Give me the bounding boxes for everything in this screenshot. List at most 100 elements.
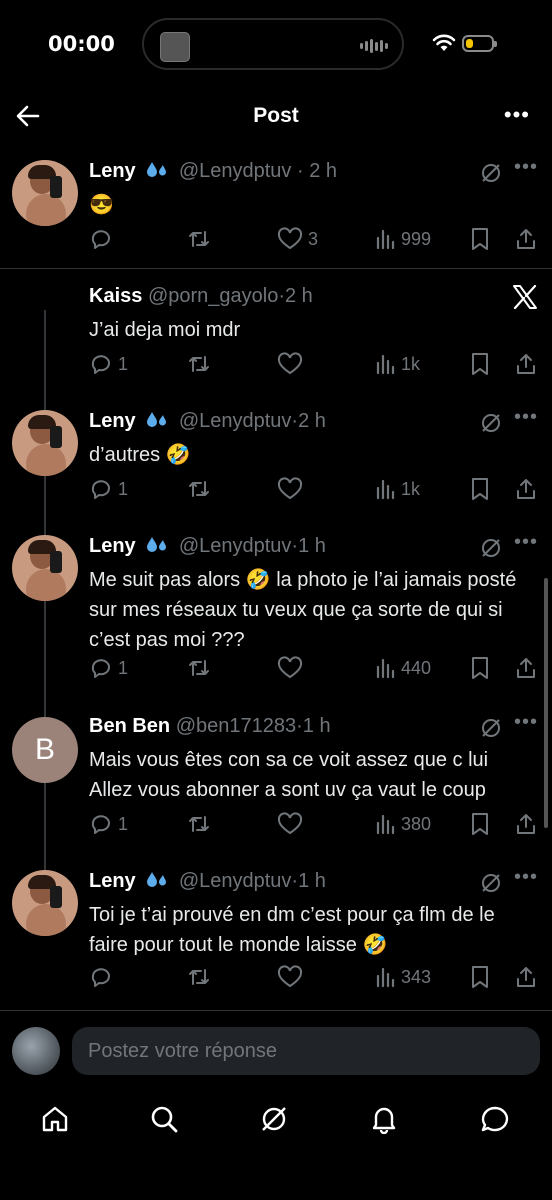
bookmark-icon — [472, 657, 488, 679]
grok-icon[interactable] — [480, 872, 502, 894]
reply-button[interactable]: 1 — [89, 809, 128, 839]
sweat-droplets-icon — [147, 872, 167, 887]
scrollbar[interactable] — [544, 578, 548, 828]
bookmark-button[interactable] — [469, 224, 491, 254]
more-icon[interactable]: ••• — [514, 531, 538, 554]
bookmark-button[interactable] — [469, 474, 491, 504]
grok-icon[interactable] — [480, 537, 502, 559]
status-bar: 00:00 — [0, 0, 552, 90]
bookmark-button[interactable] — [469, 653, 491, 683]
like-button[interactable] — [277, 349, 308, 379]
author-handle[interactable]: @Lenydptuv — [179, 160, 292, 182]
more-icon[interactable]: ••• — [514, 156, 538, 179]
like-button[interactable] — [277, 809, 308, 839]
reply-button[interactable]: 1 — [89, 474, 128, 504]
grok-icon[interactable] — [259, 1104, 289, 1134]
search-icon[interactable] — [149, 1104, 179, 1134]
repost-button[interactable] — [187, 653, 216, 683]
views-button[interactable]: 1k — [374, 474, 420, 504]
like-button[interactable] — [277, 474, 308, 504]
view-count: 380 — [401, 813, 432, 834]
grok-icon[interactable] — [480, 717, 502, 739]
views-button[interactable]: 343 — [374, 962, 431, 992]
avatar[interactable] — [12, 410, 78, 476]
repost-button[interactable] — [187, 224, 216, 254]
reply-button[interactable]: 1 — [89, 349, 128, 379]
tweet-meta: Leny @Lenydptuv · 2 h — [89, 160, 337, 183]
messages-icon[interactable] — [479, 1104, 511, 1134]
my-avatar[interactable] — [12, 1027, 60, 1075]
bookmark-button[interactable] — [469, 962, 491, 992]
more-horizontal-icon[interactable]: ••• — [504, 102, 530, 128]
reply-input[interactable]: Postez votre réponse — [72, 1027, 540, 1075]
sweat-droplets-icon — [147, 412, 167, 427]
like-button[interactable] — [277, 962, 308, 992]
reply-button[interactable]: 1 — [89, 653, 128, 683]
page-title: Post — [253, 104, 299, 127]
like-button[interactable]: 3 — [277, 224, 318, 254]
author-name[interactable]: Ben Ben — [89, 715, 170, 737]
author-name[interactable]: Leny — [89, 410, 136, 432]
avatar[interactable]: B — [12, 717, 78, 783]
author-handle[interactable]: @Lenydptuv — [179, 870, 292, 892]
grok-icon[interactable] — [480, 162, 502, 184]
author-handle[interactable]: @Lenydptuv — [179, 535, 292, 557]
repost-button[interactable] — [187, 962, 216, 992]
share-icon — [517, 479, 535, 499]
bookmark-button[interactable] — [469, 349, 491, 379]
repost-icon — [189, 356, 209, 372]
sweat-droplets-icon — [147, 537, 167, 552]
heart-icon — [277, 656, 303, 679]
more-icon[interactable]: ••• — [514, 711, 538, 734]
notifications-icon[interactable] — [369, 1104, 399, 1134]
divider — [0, 268, 552, 269]
views-button[interactable]: 380 — [374, 809, 431, 839]
tweet-actions: 1 440 — [89, 653, 539, 683]
tweet-meta: Kaiss @porn_gayolo·2 h — [89, 285, 313, 308]
author-name[interactable]: Leny — [89, 160, 136, 182]
reply-icon — [91, 230, 110, 249]
repost-button[interactable] — [187, 809, 216, 839]
share-button[interactable] — [514, 349, 538, 379]
x-logo-icon[interactable] — [512, 285, 538, 309]
views-button[interactable]: 440 — [374, 653, 431, 683]
dynamic-island[interactable] — [142, 18, 404, 70]
tweet-actions: 1 380 — [89, 809, 539, 839]
views-button[interactable]: 999 — [374, 224, 431, 254]
share-button[interactable] — [514, 809, 538, 839]
avatar[interactable] — [12, 535, 78, 601]
repost-button[interactable] — [187, 349, 216, 379]
more-icon[interactable]: ••• — [514, 866, 538, 889]
share-button[interactable] — [514, 962, 538, 992]
views-button[interactable]: 1k — [374, 349, 420, 379]
avatar[interactable] — [12, 160, 78, 226]
reply-count: 1 — [118, 353, 129, 374]
reply-icon — [91, 815, 110, 834]
author-handle[interactable]: @ben171283 — [176, 715, 296, 737]
reply-button[interactable] — [89, 224, 118, 254]
author-name[interactable]: Kaiss — [89, 285, 142, 307]
battery-level — [466, 39, 473, 48]
reply-button[interactable] — [89, 962, 118, 992]
more-icon[interactable]: ••• — [514, 406, 538, 429]
meta-separator: · — [296, 715, 303, 737]
views-icon — [376, 658, 395, 679]
share-button[interactable] — [514, 653, 538, 683]
author-handle[interactable]: @Lenydptuv — [179, 410, 292, 432]
meta-separator: · — [296, 160, 304, 182]
bookmark-button[interactable] — [469, 809, 491, 839]
author-name[interactable]: Leny — [89, 870, 136, 892]
repost-button[interactable] — [187, 474, 216, 504]
bookmark-icon — [472, 228, 488, 250]
author-handle[interactable]: @porn_gayolo — [148, 285, 278, 307]
author-name[interactable]: Leny — [89, 535, 136, 557]
home-icon[interactable] — [40, 1104, 70, 1134]
sweat-droplets-icon — [147, 162, 167, 177]
share-button[interactable] — [514, 474, 538, 504]
grok-icon[interactable] — [480, 412, 502, 434]
like-button[interactable] — [277, 653, 308, 683]
view-count: 1k — [401, 478, 421, 499]
tweet-meta: Ben Ben @ben171283·1 h — [89, 715, 331, 738]
share-button[interactable] — [514, 224, 538, 254]
avatar[interactable] — [12, 870, 78, 936]
